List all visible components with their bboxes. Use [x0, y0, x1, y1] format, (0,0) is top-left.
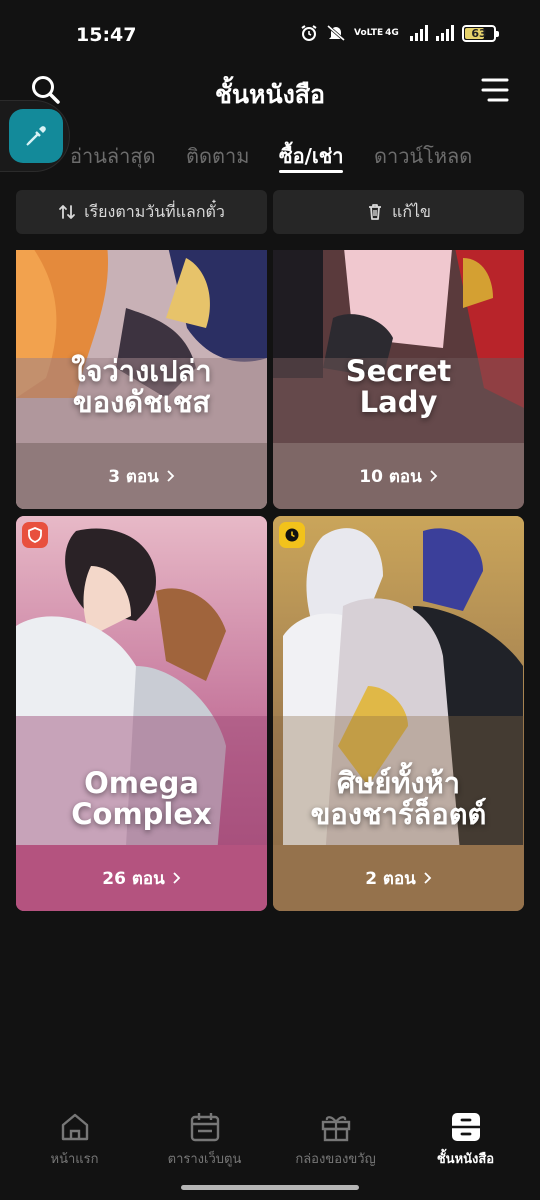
- sort-button[interactable]: เรียงตามวันที่แลกตั๋ว: [16, 190, 267, 234]
- chevron-right-icon: [167, 470, 175, 482]
- eyedropper-button[interactable]: [9, 109, 63, 163]
- episode-label: 10 ตอน: [359, 466, 422, 487]
- book-card[interactable]: Omega Complex 26 ตอน: [16, 516, 267, 911]
- tab-purchased[interactable]: ซื้อ/เช่า: [279, 140, 344, 172]
- app-header: ชั้นหนังสือ: [0, 70, 540, 114]
- volte-label: VoLTE: [354, 27, 384, 38]
- nav-label: หน้าแรก: [50, 1152, 99, 1167]
- nav-label: ชั้นหนังสือ: [436, 1152, 495, 1167]
- chevron-right-icon: [173, 872, 180, 884]
- clock-icon: [285, 528, 299, 542]
- book-title-line: Lady: [359, 385, 438, 419]
- book-title-line: ใจว่างเปล่า: [71, 354, 212, 388]
- episode-count: 3 ตอน: [16, 443, 267, 509]
- nav-gift-box[interactable]: กล่องของขวัญ: [268, 1110, 403, 1169]
- nav-home[interactable]: หน้าแรก: [7, 1110, 142, 1169]
- tab-recent[interactable]: อ่านล่าสุด: [70, 140, 156, 172]
- tab-following[interactable]: ติดตาม: [186, 140, 249, 172]
- episode-count: 2 ตอน: [273, 845, 524, 911]
- book-title-line: Complex: [71, 797, 212, 831]
- edit-label: แก้ไข: [392, 201, 431, 221]
- battery-icon: 63: [462, 24, 499, 42]
- book-title-line: Secret: [345, 354, 452, 388]
- tab-downloads[interactable]: ดาวน์โหลด: [374, 140, 472, 172]
- battery-level: 63: [471, 26, 487, 40]
- bookshelf-icon: [451, 1113, 480, 1141]
- episode-count: 10 ตอน: [273, 443, 524, 509]
- episode-count: 26 ตอน: [16, 845, 267, 911]
- book-card[interactable]: Secret Lady 10 ตอน: [273, 250, 524, 509]
- episode-label: 3 ตอน: [108, 466, 159, 487]
- nav-label: กล่องของขวัญ: [295, 1152, 376, 1167]
- book-title: ใจว่างเปล่า ของดัชเชส: [16, 356, 267, 418]
- status-icons: VoLTE 4G 63: [300, 24, 499, 42]
- book-title-line: Omega: [84, 766, 199, 800]
- menu-icon[interactable]: [480, 76, 510, 104]
- network-gen-label: 4G: [385, 27, 399, 38]
- calendar-icon: [190, 1113, 219, 1142]
- eyedropper-icon: [26, 126, 46, 146]
- sort-icon: [59, 205, 75, 219]
- floating-tool-dock: [0, 100, 70, 172]
- chevron-right-icon: [424, 872, 432, 884]
- sort-label: เรียงตามวันที่แลกตั๋ว: [84, 201, 225, 221]
- gift-icon: [321, 1116, 350, 1142]
- chevron-right-icon: [430, 470, 437, 482]
- home-icon: [61, 1113, 88, 1141]
- clock-badge: [279, 522, 305, 548]
- status-bar: 15:47 VoLTE 4G 63: [0, 0, 540, 70]
- nav-schedule[interactable]: ตารางเว็บตูน: [137, 1110, 272, 1169]
- nav-bookshelf[interactable]: ชั้นหนังสือ: [398, 1110, 533, 1169]
- home-indicator[interactable]: [181, 1185, 359, 1190]
- nav-label: ตารางเว็บตูน: [167, 1152, 242, 1167]
- book-grid: ใจว่างเปล่า ของดัชเชส 3 ตอน Secret Lady …: [0, 250, 540, 1100]
- book-title-line: ศิษย์ทั้งห้า: [336, 766, 461, 800]
- edit-button[interactable]: แก้ไข: [273, 190, 524, 234]
- alarm-icon: [301, 25, 317, 41]
- shield-icon: [28, 527, 42, 543]
- book-title: ศิษย์ทั้งห้า ของชาร์ล็อตต์: [273, 768, 524, 830]
- shield-badge: [22, 522, 48, 548]
- book-title: Secret Lady: [273, 356, 524, 418]
- book-card[interactable]: ใจว่างเปล่า ของดัชเชส 3 ตอน: [16, 250, 267, 509]
- signal-icon: [410, 25, 428, 41]
- book-card[interactable]: ศิษย์ทั้งห้า ของชาร์ล็อตต์ 2 ตอน: [273, 516, 524, 911]
- book-title-line: ของชาร์ล็อตต์: [310, 797, 487, 831]
- active-tab-indicator: [279, 170, 343, 173]
- book-title-line: ของดัชเชส: [72, 385, 211, 419]
- trash-icon: [369, 204, 381, 220]
- episode-label: 26 ตอน: [102, 868, 165, 889]
- status-time: 15:47: [76, 24, 137, 46]
- tab-bar: อ่านล่าสุด ติดตาม ซื้อ/เช่า ดาวน์โหลด: [0, 134, 540, 176]
- episode-label: 2 ตอน: [365, 868, 416, 889]
- signal-icon-2: [436, 25, 454, 41]
- page-title: ชั้นหนังสือ: [214, 80, 326, 109]
- mute-icon: [327, 24, 345, 42]
- book-title: Omega Complex: [16, 768, 267, 830]
